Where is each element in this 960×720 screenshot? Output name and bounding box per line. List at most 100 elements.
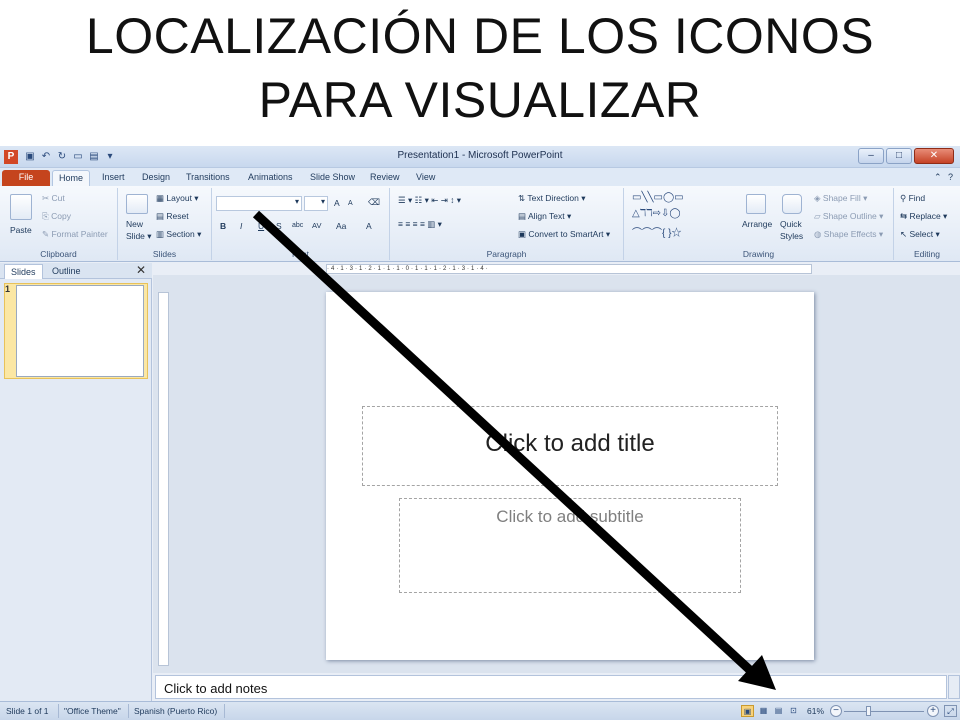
bullets-icon[interactable]: ☰ ▾ ☷ ▾ ⇤ ⇥ ↕ ▾ [398,194,461,206]
zoom-out-icon[interactable]: − [830,705,842,717]
shape-effects-label: Shape Effects [823,229,877,239]
copy-label: Copy [51,211,72,221]
quick-styles-line1: Quick [780,219,802,229]
text-direction-button[interactable]: ⇅ Text Direction ▾ [518,192,585,204]
powerpoint-window: P ▣ ↶ ↻ ▭ ▤ ▾ Presentation1 - Microsoft … [0,146,960,720]
editing-group-label: Editing [914,249,940,259]
italic-button[interactable]: I [240,220,242,232]
convert-smartart-label: Convert to SmartArt [528,229,604,239]
replace-button[interactable]: ⇆ Replace ▾ [900,210,947,222]
reset-label: Reset [166,211,189,221]
group-drawing: ▭╲╲▭◯▭ △ℸℸ⇨⇩◯ ⌒⌒⌒{ }☆ Arrange Quick Style… [624,188,894,260]
title-placeholder-text: Click to add title [485,430,655,457]
char-spacing-button[interactable]: AV [312,220,321,232]
group-slides: New Slide ▾ ▦ Layout ▾ ▤ Reset ▥ Section … [118,188,212,260]
section-button[interactable]: ▥ Section ▾ [156,228,201,240]
new-slide-icon [126,194,148,214]
new-slide-line1: New [126,219,144,229]
bold-button[interactable]: B [220,220,226,232]
title-bar: P ▣ ↶ ↻ ▭ ▤ ▾ Presentation1 - Microsoft … [0,146,960,168]
heading-line-2: PARA VISUALIZAR [258,72,702,128]
quick-styles-line2: Styles [780,231,804,241]
maximize-button[interactable]: □ [886,148,912,164]
vertical-ruler [158,292,169,666]
copy-button[interactable]: ⎘ Copy [42,210,71,222]
convert-smartart-button[interactable]: ▣ Convert to SmartArt ▾ [518,228,610,240]
tab-file[interactable]: File [2,170,50,186]
arrange-button[interactable]: Arrange [742,218,772,230]
tab-insert[interactable]: Insert [96,170,131,186]
find-button[interactable]: ⚲ Find [900,192,925,204]
language-status[interactable]: Spanish (Puerto Rico) [134,706,217,716]
help-icon[interactable]: ? [942,170,959,186]
tab-slides[interactable]: Slides [4,264,43,279]
zoom-level[interactable]: 61% [807,706,824,716]
slide-canvas[interactable]: Click to add title Click to add subtitle [326,292,814,660]
slide-sorter-view-icon[interactable]: ▦ [757,705,770,717]
paste-button[interactable]: Paste [10,224,32,236]
drawing-group-label: Drawing [742,249,775,259]
underline-button[interactable]: U [258,220,264,232]
tab-animations[interactable]: Animations [242,170,299,186]
window-controls: – □ ✕ [858,148,954,164]
close-icon[interactable]: ✕ [136,263,146,278]
slide-show-view-icon[interactable]: ⊡ [787,705,800,717]
quick-styles-button[interactable]: Quick Styles [780,218,803,242]
subtitle-placeholder[interactable]: Click to add subtitle [399,498,741,593]
zoom-slider-handle[interactable] [866,706,871,716]
theme-status[interactable]: "Office Theme" [64,706,121,716]
new-slide-button[interactable]: New Slide ▾ [126,218,152,242]
format-painter-button[interactable]: ✎ Format Painter [42,228,108,240]
cut-button[interactable]: ✂ Cut [42,192,65,204]
align-icons[interactable]: ≡ ≡ ≡ ≡ ▥ ▾ [398,218,442,230]
status-divider [128,704,129,718]
group-editing: ⚲ Find ⇆ Replace ▾ ↖ Select ▾ Editing [894,188,960,260]
shape-fill-button[interactable]: ◈ Shape Fill ▾ [814,192,867,204]
font-color-button[interactable]: A [366,220,372,232]
chevron-down-icon: ▾ [294,197,299,206]
tab-slide-show[interactable]: Slide Show [304,170,361,186]
shapes-gallery-icon[interactable]: ⌒⌒⌒{ }☆ [632,224,681,239]
status-divider [224,704,225,718]
window-title: Presentation1 - Microsoft PowerPoint [397,150,563,161]
minimize-button[interactable]: – [858,148,884,164]
tab-review[interactable]: Review [364,170,406,186]
notes-pane[interactable]: Click to add notes [155,675,947,699]
font-size-select[interactable]: ▾ [304,196,328,211]
layout-button[interactable]: ▦ Layout ▾ [156,192,199,204]
align-text-button[interactable]: ▤ Align Text ▾ [518,210,571,222]
quick-styles-icon [782,194,802,214]
shapes-gallery-icon[interactable]: ▭╲╲▭◯▭ [632,192,684,203]
reset-button[interactable]: ▤ Reset [156,210,189,222]
slide-thumbnail[interactable] [16,285,144,377]
title-placeholder[interactable]: Click to add title [362,406,778,486]
strikethrough-button[interactable]: abc [292,220,303,232]
paste-icon [10,194,32,220]
zoom-slider-track[interactable] [844,711,924,712]
tab-outline[interactable]: Outline [46,264,87,279]
shadow-button[interactable]: S [276,220,282,232]
font-group-label: Font [291,249,309,259]
fit-to-window-icon[interactable]: ⤢ [944,705,957,717]
tab-design[interactable]: Design [136,170,176,186]
slides-panel: Slides Outline ✕ 1 [0,263,152,701]
change-case-button[interactable]: Aa [336,220,346,232]
zoom-in-icon[interactable]: + [927,705,939,717]
tab-home[interactable]: Home [52,170,91,186]
select-button[interactable]: ↖ Select ▾ [900,228,940,240]
shapes-gallery-icon[interactable]: △ℸℸ⇨⇩◯ [632,208,681,219]
page-heading: LOCALIZACIÓN DE LOS ICONOS PARA VISUALIZ… [0,0,960,140]
shrink-font-button[interactable]: A [348,198,353,210]
normal-view-icon[interactable]: ▣ [741,705,754,717]
shape-outline-button[interactable]: ▱ Shape Outline ▾ [814,210,883,222]
close-button[interactable]: ✕ [914,148,954,164]
grow-font-button[interactable]: A [334,197,340,209]
shape-effects-button[interactable]: ◍ Shape Effects ▾ [814,228,883,240]
align-text-label: Align Text [527,211,565,221]
notes-scrollbar[interactable] [948,675,960,699]
tab-transitions[interactable]: Transitions [180,170,236,186]
clear-format-icon[interactable]: ⌫ [368,196,380,208]
font-name-select[interactable]: ▾ [216,196,302,211]
tab-view[interactable]: View [410,170,441,186]
reading-view-icon[interactable]: ▤ [772,705,785,717]
